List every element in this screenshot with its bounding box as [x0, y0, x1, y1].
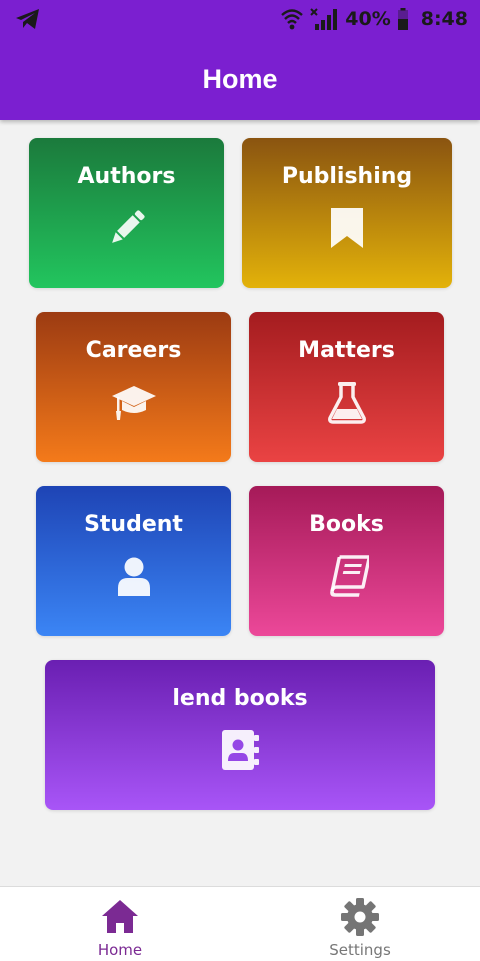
books-card[interactable]: Books: [249, 486, 444, 636]
battery-percent: 40%: [345, 8, 391, 30]
book-icon: [325, 554, 369, 598]
nav-settings[interactable]: Settings: [240, 887, 480, 961]
pencil-icon: [105, 206, 149, 250]
address-book-icon: [218, 728, 262, 772]
nav-home[interactable]: Home: [0, 887, 240, 961]
home-icon: [100, 897, 140, 937]
app-bar: 40% 8:48 Home: [0, 0, 480, 120]
authors-card[interactable]: Authors: [29, 138, 224, 288]
signal-icon: [309, 7, 339, 31]
nav-settings-label: Settings: [329, 941, 391, 959]
flask-icon: [325, 380, 369, 424]
bottom-navigation: Home Settings: [0, 886, 480, 961]
graduation-cap-icon: [111, 380, 156, 424]
matters-card[interactable]: Matters: [249, 312, 444, 462]
student-label: Student: [84, 512, 183, 537]
books-label: Books: [309, 512, 384, 537]
page-title: Home: [202, 64, 278, 94]
nav-home-label: Home: [97, 941, 143, 959]
student-card[interactable]: Student: [36, 486, 231, 636]
clock: 8:48: [420, 8, 468, 30]
wifi-icon: [281, 7, 304, 31]
user-icon: [112, 554, 156, 598]
telegram-icon: [14, 7, 42, 31]
status-bar: 40% 8:48: [0, 0, 480, 38]
battery-icon: [397, 7, 409, 31]
careers-label: Careers: [85, 338, 182, 363]
gear-icon: [340, 897, 380, 937]
lend-books-label: lend books: [172, 686, 308, 711]
bookmark-icon: [325, 206, 369, 250]
publishing-card[interactable]: Publishing: [242, 138, 452, 288]
matters-label: Matters: [298, 338, 395, 363]
authors-label: Authors: [77, 164, 176, 189]
publishing-label: Publishing: [281, 164, 413, 189]
careers-card[interactable]: Careers: [36, 312, 231, 462]
lend-books-card[interactable]: lend books: [45, 660, 435, 810]
